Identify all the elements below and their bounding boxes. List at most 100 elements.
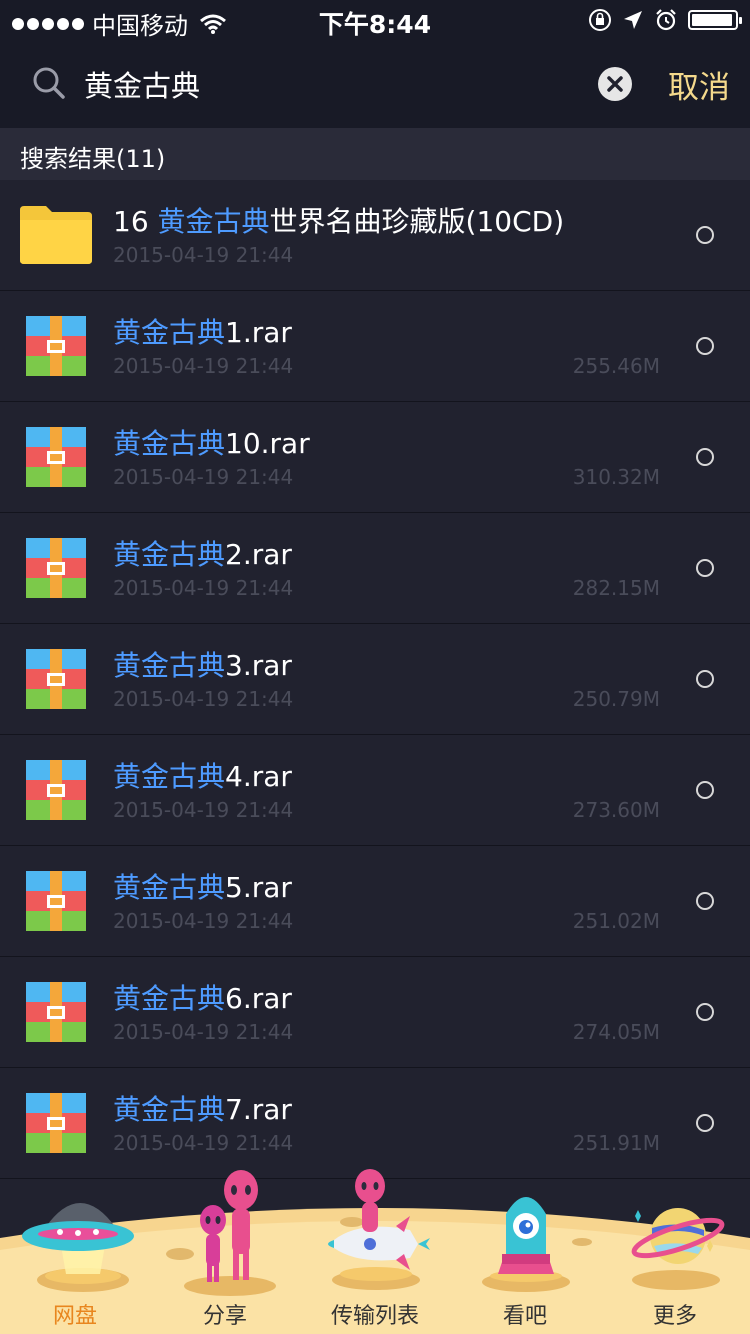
alien-pod-icon (482, 1197, 570, 1292)
file-row[interactable]: 黄金古典6.rar 2015-04-19 21:44 274.05M (0, 957, 750, 1068)
file-row[interactable]: 黄金古典3.rar 2015-04-19 21:44 250.79M (0, 624, 750, 735)
results-header: 搜索结果(11) (0, 128, 750, 180)
file-date: 2015-04-19 21:44 (113, 243, 294, 267)
select-radio[interactable] (696, 226, 714, 244)
file-name-highlight: 黄金古典 (113, 649, 226, 682)
file-name: 黄金古典4.rar (113, 755, 292, 795)
rar-archive-icon (26, 649, 86, 709)
select-radio[interactable] (696, 337, 714, 355)
file-name: 16 黄金古典世界名曲珍藏版(10CD) (113, 200, 564, 240)
file-date: 2015-04-19 21:44 (113, 1020, 294, 1044)
select-radio[interactable] (696, 559, 714, 577)
alarm-icon (656, 9, 676, 31)
file-date: 2015-04-19 21:44 (113, 465, 294, 489)
file-row[interactable]: 黄金古典1.rar 2015-04-19 21:44 255.46M (0, 291, 750, 402)
file-date: 2015-04-19 21:44 (113, 909, 294, 933)
file-name-highlight: 黄金古典 (113, 1093, 226, 1126)
file-date: 2015-04-19 21:44 (113, 798, 294, 822)
rar-archive-icon (26, 1093, 86, 1153)
file-size: 274.05M (572, 1020, 660, 1044)
tab-label: 分享 (202, 1304, 247, 1329)
status-right (588, 8, 742, 32)
tab-more[interactable]: 更多 (600, 1150, 750, 1334)
file-name: 黄金古典2.rar (113, 533, 292, 573)
status-bar: 中国移动 下午8:44 (0, 0, 750, 40)
file-name-suffix: 1.rar (225, 316, 292, 349)
select-radio[interactable] (696, 892, 714, 910)
file-size: 282.15M (572, 576, 660, 600)
select-radio[interactable] (696, 1003, 714, 1021)
file-name-suffix: 5.rar (225, 871, 292, 904)
file-date: 2015-04-19 21:44 (113, 354, 294, 378)
rar-archive-icon (26, 316, 86, 376)
tab-share[interactable]: 分享 (150, 1150, 300, 1334)
file-name: 黄金古典3.rar (113, 644, 292, 684)
file-size: 251.02M (572, 909, 660, 933)
select-radio[interactable] (696, 448, 714, 466)
file-size: 273.60M (572, 798, 660, 822)
rocket-icon (328, 1169, 430, 1290)
folder-icon (20, 206, 92, 264)
rar-archive-icon (26, 760, 86, 820)
rar-archive-icon (26, 982, 86, 1042)
file-list: 16 黄金古典世界名曲珍藏版(10CD) 2015-04-19 21:44 黄金古典… (0, 180, 750, 1179)
file-name-highlight: 黄金古典 (113, 760, 226, 793)
aliens-icon (184, 1170, 276, 1296)
results-count: 搜索结果(11) (20, 145, 166, 173)
file-name-suffix: 4.rar (225, 760, 292, 793)
file-name-suffix: 10.rar (225, 427, 310, 460)
planet-icon (631, 1208, 725, 1290)
close-icon (607, 76, 623, 92)
tab-bar: 网盘 分享 传输列表 看吧 更多 (0, 1150, 750, 1334)
file-name: 黄金古典7.rar (113, 1088, 292, 1128)
file-size: 255.46M (572, 354, 660, 378)
file-name-highlight: 黄金古典 (113, 316, 226, 349)
file-name-suffix: 3.rar (225, 649, 292, 682)
file-size: 250.79M (572, 687, 660, 711)
file-row[interactable]: 黄金古典10.rar 2015-04-19 21:44 310.32M (0, 402, 750, 513)
select-radio[interactable] (696, 781, 714, 799)
rar-archive-icon (26, 538, 86, 598)
file-name-highlight: 黄金古典 (113, 871, 226, 904)
file-name: 黄金古典6.rar (113, 977, 292, 1017)
file-row[interactable]: 黄金古典4.rar 2015-04-19 21:44 273.60M (0, 735, 750, 846)
search-icon (33, 67, 65, 99)
ufo-icon (22, 1203, 134, 1292)
select-radio[interactable] (696, 670, 714, 688)
tab-label: 看吧 (502, 1304, 547, 1329)
tab-watch[interactable]: 看吧 (450, 1150, 600, 1334)
tab-label: 传输列表 (330, 1304, 419, 1329)
search-input[interactable] (84, 62, 564, 106)
file-name-highlight: 黄金古典 (113, 982, 226, 1015)
file-date: 2015-04-19 21:44 (113, 576, 294, 600)
file-size: 310.32M (572, 465, 660, 489)
select-radio[interactable] (696, 1114, 714, 1132)
file-name-suffix: 世界名曲珍藏版(10CD) (269, 205, 565, 238)
file-name-suffix: 2.rar (225, 538, 292, 571)
file-name-suffix: 7.rar (225, 1093, 292, 1126)
file-name-suffix: 6.rar (225, 982, 292, 1015)
orientation-lock-icon (589, 9, 611, 31)
battery-level (692, 14, 732, 26)
file-name-highlight: 黄金古典 (113, 538, 226, 571)
file-row[interactable]: 黄金古典2.rar 2015-04-19 21:44 282.15M (0, 513, 750, 624)
file-name-prefix: 16 (113, 205, 158, 238)
clear-search-button[interactable] (598, 67, 632, 101)
rar-archive-icon (26, 871, 86, 931)
location-arrow-icon (624, 11, 642, 29)
folder-row[interactable]: 16 黄金古典世界名曲珍藏版(10CD) 2015-04-19 21:44 (0, 180, 750, 291)
file-name: 黄金古典10.rar (113, 422, 310, 462)
tab-label: 更多 (652, 1304, 697, 1329)
cancel-button[interactable]: 取消 (668, 62, 730, 107)
tab-transfer-list[interactable]: 传输列表 (300, 1150, 450, 1334)
tab-netdisk[interactable]: 网盘 (0, 1150, 150, 1334)
file-name: 黄金古典5.rar (113, 866, 292, 906)
file-name-highlight: 黄金古典 (157, 205, 270, 238)
file-date: 2015-04-19 21:44 (113, 687, 294, 711)
file-row[interactable]: 黄金古典5.rar 2015-04-19 21:44 251.02M (0, 846, 750, 957)
tab-label: 网盘 (52, 1304, 97, 1329)
rar-archive-icon (26, 427, 86, 487)
search-bar: 取消 (0, 40, 750, 128)
file-name-highlight: 黄金古典 (113, 427, 226, 460)
battery-icon (688, 10, 742, 30)
